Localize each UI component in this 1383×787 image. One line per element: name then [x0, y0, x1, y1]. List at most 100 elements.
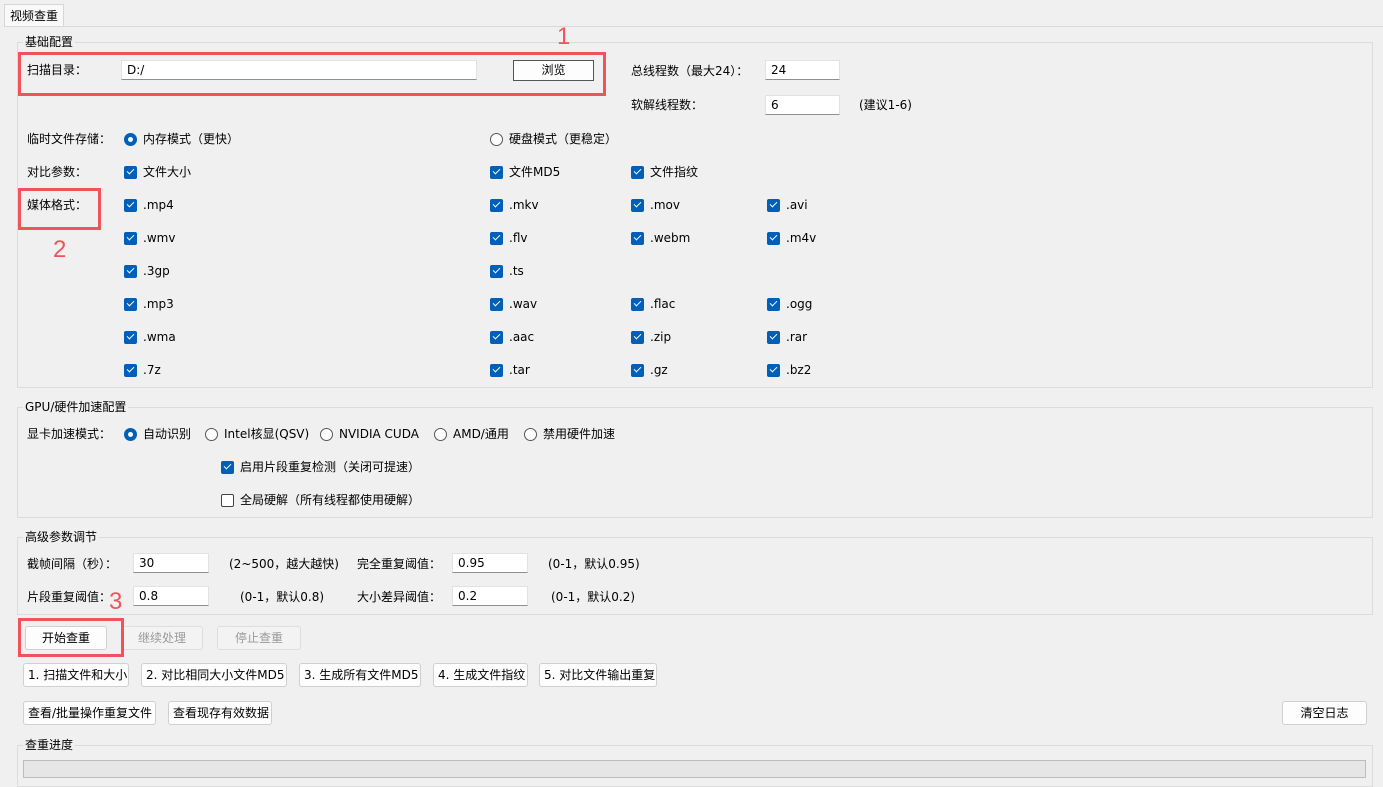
format-label: .rar	[786, 330, 808, 344]
format-checkbox-gz[interactable]: .gz	[631, 362, 668, 378]
format-label: .wma	[143, 330, 176, 344]
checkbox-box	[124, 297, 137, 311]
radio-dot	[320, 427, 333, 441]
compare-params-label: 对比参数：	[27, 165, 88, 179]
full-dup-threshold-label: 完全重复阈值：	[357, 557, 442, 571]
checkbox-box	[767, 198, 780, 212]
format-label: .ts	[509, 264, 524, 278]
segment-dup-threshold-label: 片段重复阈值：	[27, 590, 112, 604]
radio-label: Intel核显(QSV)	[224, 427, 310, 441]
format-label: .wav	[509, 297, 538, 311]
radio-label: NVIDIA CUDA	[339, 427, 419, 441]
radio-dot	[124, 427, 137, 441]
format-checkbox-zip[interactable]: .zip	[631, 329, 671, 345]
format-checkbox-avi[interactable]: .avi	[767, 197, 808, 213]
checkbox-box	[767, 231, 780, 245]
format-checkbox-mov[interactable]: .mov	[631, 197, 680, 213]
annotation-number-2: 2	[53, 236, 67, 263]
format-checkbox-flv[interactable]: .flv	[490, 230, 527, 246]
format-checkbox-mkv[interactable]: .mkv	[490, 197, 539, 213]
format-checkbox-7z[interactable]: .7z	[124, 362, 161, 378]
soft-threads-hint: (建议1-6)	[859, 98, 912, 112]
full-dup-threshold-input[interactable]	[452, 553, 528, 573]
checkbox-file-md5[interactable]: 文件MD5	[490, 164, 560, 180]
format-checkbox-ogg[interactable]: .ogg	[767, 296, 812, 312]
format-checkbox-rar[interactable]: .rar	[767, 329, 807, 345]
format-checkbox-flac[interactable]: .flac	[631, 296, 675, 312]
radio-gpu-nvidia-cuda[interactable]: NVIDIA CUDA	[320, 426, 419, 442]
format-checkbox-aac[interactable]: .aac	[490, 329, 534, 345]
checkbox-box	[124, 330, 137, 344]
size-diff-threshold-input[interactable]	[452, 586, 528, 606]
radio-gpu-auto[interactable]: 自动识别	[124, 426, 191, 442]
format-checkbox-wav[interactable]: .wav	[490, 296, 537, 312]
format-label: .bz2	[786, 363, 812, 377]
radio-gpu-intel-qsv[interactable]: Intel核显(QSV)	[205, 426, 309, 442]
format-checkbox-webm[interactable]: .webm	[631, 230, 690, 246]
gpu-mode-label: 显卡加速模式：	[27, 427, 112, 441]
checkbox-box	[767, 363, 780, 377]
step3-md5-all-button[interactable]: 3. 生成所有文件MD5	[299, 663, 421, 687]
total-threads-label: 总线程数（最大24）：	[631, 64, 749, 78]
format-checkbox-mp4[interactable]: .mp4	[124, 197, 174, 213]
annotation-box-1	[18, 52, 606, 96]
format-checkbox-bz2[interactable]: .bz2	[767, 362, 811, 378]
format-label: .mp4	[143, 198, 174, 212]
soft-threads-label: 软解线程数：	[631, 98, 704, 112]
checkbox-box	[490, 363, 503, 377]
annotation-box-3	[18, 618, 124, 657]
checkbox-file-fingerprint[interactable]: 文件指纹	[631, 164, 698, 180]
format-label: .wmv	[143, 231, 176, 245]
radio-gpu-amd[interactable]: AMD/通用	[434, 426, 509, 442]
segment-dup-threshold-hint: (0-1，默认0.8)	[240, 590, 325, 604]
format-checkbox-m4v[interactable]: .m4v	[767, 230, 816, 246]
size-diff-threshold-label: 大小差异阈值：	[357, 590, 442, 604]
format-checkbox-wma[interactable]: .wma	[124, 329, 176, 345]
checkbox-box	[124, 231, 137, 245]
checkbox-global-hw-decode[interactable]: 全局硬解（所有线程都使用硬解）	[221, 492, 420, 508]
radio-label: 硬盘模式（更稳定）	[509, 132, 618, 146]
step2-md5-same-size-button[interactable]: 2. 对比相同大小文件MD5	[141, 663, 287, 687]
soft-threads-input[interactable]	[765, 95, 840, 115]
format-checkbox-mp3[interactable]: .mp3	[124, 296, 174, 312]
frame-interval-input[interactable]	[133, 553, 209, 573]
format-checkbox-ts[interactable]: .ts	[490, 263, 524, 279]
basic-config-title: 基础配置	[23, 35, 76, 49]
radio-dot	[205, 427, 218, 441]
format-label: .3gp	[143, 264, 170, 278]
view-valid-data-button[interactable]: 查看现存有效数据	[168, 701, 272, 725]
tab-video-dedup[interactable]: 视频查重	[4, 4, 65, 27]
step4-fingerprint-button[interactable]: 4. 生成文件指纹	[433, 663, 528, 687]
stop-dedup-button[interactable]: 停止查重	[217, 626, 301, 650]
continue-button[interactable]: 继续处理	[121, 626, 203, 650]
format-checkbox-3gp[interactable]: .3gp	[124, 263, 170, 279]
format-label: .mkv	[509, 198, 539, 212]
checkbox-box	[767, 330, 780, 344]
format-checkbox-wmv[interactable]: .wmv	[124, 230, 175, 246]
view-batch-duplicates-button[interactable]: 查看/批量操作重复文件	[23, 701, 156, 725]
checkbox-label: 启用片段重复检测（关闭可提速）	[240, 460, 421, 474]
checkbox-label: 文件指纹	[650, 165, 699, 179]
format-label: .avi	[786, 198, 808, 212]
format-checkbox-tar[interactable]: .tar	[490, 362, 530, 378]
progress-title: 查重进度	[23, 738, 76, 752]
gpu-config-title: GPU/硬件加速配置	[23, 400, 129, 414]
step5-compare-output-button[interactable]: 5. 对比文件输出重复	[539, 663, 657, 687]
advanced-config-title: 高级参数调节	[23, 530, 100, 544]
checkbox-segment-detect[interactable]: 启用片段重复检测（关闭可提速）	[221, 459, 420, 475]
checkbox-label: 全局硬解（所有线程都使用硬解）	[240, 493, 421, 507]
segment-dup-threshold-input[interactable]	[133, 586, 209, 606]
radio-memory-mode[interactable]: 内存模式（更快）	[124, 131, 239, 147]
checkbox-file-size[interactable]: 文件大小	[124, 164, 191, 180]
clear-log-button[interactable]: 清空日志	[1282, 701, 1367, 725]
checkbox-box	[124, 264, 137, 278]
format-label: .gz	[650, 363, 668, 377]
radio-gpu-disable[interactable]: 禁用硬件加速	[524, 426, 615, 442]
checkbox-box	[124, 363, 137, 377]
radio-disk-mode[interactable]: 硬盘模式（更稳定）	[490, 131, 617, 147]
total-threads-input[interactable]	[765, 60, 840, 80]
step1-scan-button[interactable]: 1. 扫描文件和大小	[23, 663, 129, 687]
checkbox-box	[631, 231, 644, 245]
checkbox-box	[631, 330, 644, 344]
size-diff-threshold-hint: (0-1，默认0.2)	[551, 590, 636, 604]
